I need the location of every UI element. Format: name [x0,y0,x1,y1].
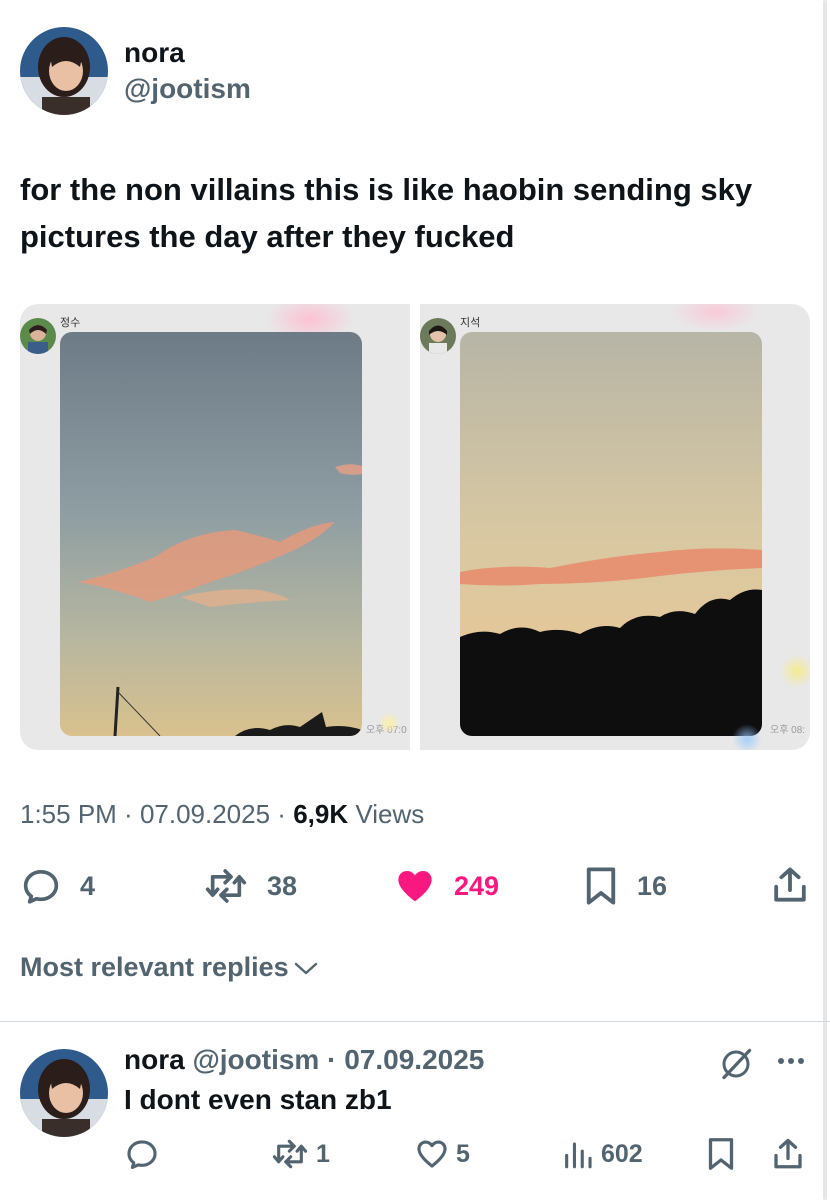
media-image-1[interactable]: 정수 오후 07:0 [20,304,410,750]
reply-like-count: 5 [456,1139,470,1168]
reply-views-button[interactable]: 602 [561,1134,643,1174]
bookmark-icon [583,865,619,907]
media-image-2[interactable]: 지석 오후 08: [420,304,810,750]
more-icon [775,1054,807,1068]
reply-header: nora @jootism · 07.09.2025 [124,1044,484,1076]
chevron-down-icon [293,958,319,978]
star-decoration [378,712,400,734]
bookmark-button[interactable]: 16 [583,864,667,908]
views-icon [561,1137,595,1171]
reply-date-separator: · [319,1044,345,1075]
replies-sort-dropdown[interactable]: Most relevant replies [20,952,319,983]
heart-icon [414,1137,450,1171]
repost-icon [203,866,249,906]
reply-button[interactable]: 4 [20,864,95,908]
chat-name: 지석 [460,317,481,329]
more-button[interactable] [775,1054,807,1073]
reply-icon [124,1137,160,1171]
reply-like-button[interactable]: 5 [414,1134,470,1174]
share-icon [771,1136,805,1172]
reply-bookmark-button[interactable] [705,1134,737,1174]
repost-count: 38 [267,870,298,901]
sky-photo [60,332,362,736]
scrollbar[interactable] [823,0,827,1200]
chat-time: 오후 08: [770,725,806,736]
author-name[interactable]: nora [124,37,185,69]
replies-sort-label: Most relevant replies [20,952,289,982]
grok-icon [718,1046,754,1082]
tweet-text: for the non villains this is like haobin… [20,172,753,254]
share-icon [771,864,809,906]
tweet-meta: 1:55 PM · 07.09.2025 · 6,9K Views [20,799,425,829]
reply-author-name[interactable]: nora [124,1044,185,1075]
star-decoration [780,654,810,688]
heart-icon [394,866,436,906]
chat-name: 정수 [60,317,81,329]
bookmark-count: 16 [637,870,668,901]
divider [0,1021,830,1022]
author-avatar[interactable] [20,27,108,115]
reply-repost-button[interactable]: 1 [270,1134,330,1174]
repost-button[interactable]: 38 [203,864,297,908]
like-count: 249 [454,870,500,901]
reply-views-count: 602 [601,1139,643,1168]
reply-author-handle[interactable]: @jootism [192,1044,319,1075]
reply-date[interactable]: 07.09.2025 [344,1044,484,1075]
tweet-time[interactable]: 1:55 PM [20,799,117,829]
tweet-date[interactable]: 07.09.2025 [140,799,270,829]
reply-repost-count: 1 [316,1139,330,1168]
star-decoration [732,724,762,750]
star-decoration [670,304,760,332]
like-button[interactable]: 249 [394,864,499,908]
reply-share-button[interactable] [771,1134,805,1174]
author-handle[interactable]: @jootism [124,73,251,105]
chat-avatar [420,318,456,354]
grok-button[interactable] [718,1046,754,1087]
chat-avatar [20,318,56,354]
reply-author-avatar[interactable] [20,1049,108,1137]
bookmark-icon [705,1136,737,1172]
views-label: Views [355,799,425,829]
reply-text: I dont even stan zb1 [124,1084,392,1115]
sky-photo [460,332,762,736]
reply-reply-button[interactable] [124,1134,166,1174]
share-button[interactable] [771,864,809,911]
reply-count: 4 [80,870,96,901]
reply-icon [20,866,62,906]
repost-icon [270,1137,310,1171]
views-count: 6,9K [293,799,349,829]
